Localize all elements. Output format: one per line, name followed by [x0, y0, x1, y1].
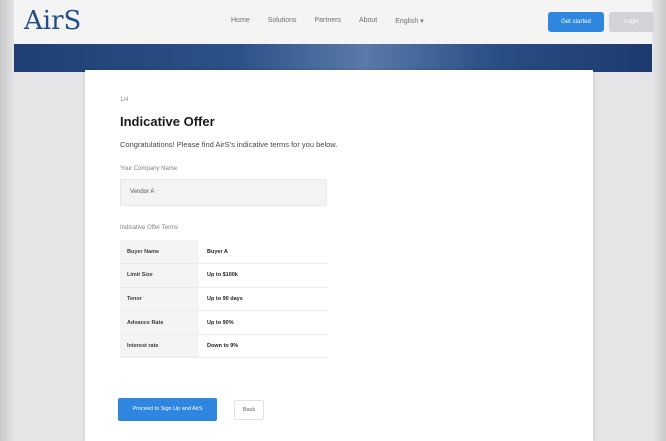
company-name-label: Your Company Name	[120, 166, 178, 172]
term-key: Interest rate	[120, 334, 199, 359]
table-row: Interest rate Down to 9%	[120, 334, 328, 359]
offer-terms-table: Buyer Name Buyer A Limit Size Up to $100…	[120, 240, 328, 359]
get-started-button[interactable]: Get started	[548, 12, 604, 32]
proceed-button[interactable]: Proceed to Sign Up and AirS	[118, 398, 217, 421]
nav-about[interactable]: About	[359, 17, 377, 25]
frame-right	[652, 0, 666, 441]
language-selector[interactable]: English ▾	[395, 17, 423, 25]
term-key: Tenor	[120, 287, 199, 312]
term-value: Up to 90 days	[199, 287, 328, 312]
hero-banner	[14, 44, 652, 72]
page-title: Indicative Offer	[120, 114, 215, 129]
step-indicator: 1/4	[120, 97, 129, 103]
table-row: Advance Rate Up to 90%	[120, 310, 328, 335]
term-value: Down to 9%	[199, 334, 328, 359]
offer-terms-label: Indicative Offer Terms	[120, 225, 179, 231]
term-value: Up to $100k	[199, 263, 328, 288]
company-name-value: Vendor A	[130, 189, 155, 195]
term-value: Up to 90%	[199, 310, 328, 335]
nav-solutions[interactable]: Solutions	[268, 17, 297, 25]
table-row: Tenor Up to 90 days	[120, 287, 328, 312]
term-value: Buyer A	[199, 240, 328, 265]
table-row: Buyer Name Buyer A	[120, 240, 328, 265]
term-key: Buyer Name	[120, 240, 199, 265]
indicative-offer-card: 1/4 Indicative Offer Congratulations! Pl…	[85, 70, 593, 441]
login-button[interactable]: Login	[609, 12, 654, 32]
back-button[interactable]: Back	[234, 400, 264, 420]
company-name-field[interactable]: Vendor A	[120, 179, 327, 206]
nav-partners[interactable]: Partners	[314, 17, 340, 25]
term-key: Limit Size	[120, 263, 199, 288]
main-nav: Home Solutions Partners About English ▾	[231, 17, 424, 25]
term-key: Advance Rate	[120, 310, 199, 335]
page-subtitle: Congratulations! Please find AirS's indi…	[120, 140, 338, 149]
nav-home[interactable]: Home	[231, 17, 250, 25]
table-row: Limit Size Up to $100k	[120, 263, 328, 288]
airs-logo[interactable]: AirS	[24, 6, 81, 36]
top-header: AirS Home Solutions Partners About Engli…	[14, 0, 654, 44]
